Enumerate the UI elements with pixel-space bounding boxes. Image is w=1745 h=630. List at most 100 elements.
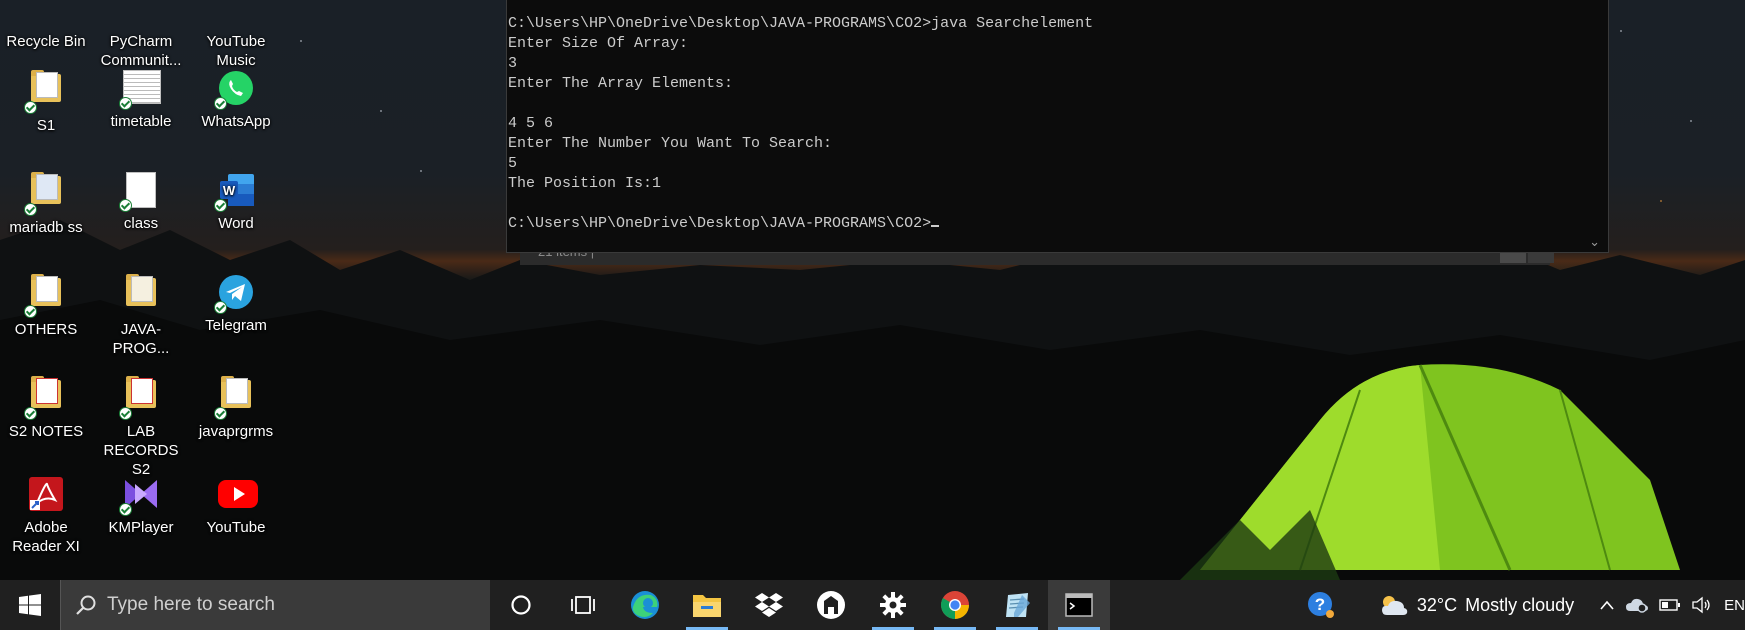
desktop-icon-label: YouTube [206,519,266,536]
windows-logo-icon [19,594,41,616]
github-desktop-icon [817,591,845,619]
onedrive-tray-button[interactable] [1625,596,1649,614]
desktop-icon-timetable[interactable]: timetable [93,70,189,131]
taskbar-github-desktop[interactable] [800,580,862,630]
console-line: Enter The Array Elements: [508,75,734,92]
desktop-icon-pycharm[interactable]: PyCharm Communit... [93,0,189,70]
desktop-icon-label: LAB RECORDS S2 [103,423,179,478]
console-line: 3 [508,55,518,72]
taskbar-search-box[interactable]: Type here to search [60,580,490,630]
chevron-up-icon [1600,600,1614,610]
volume-tray-button[interactable] [1691,596,1713,614]
desktop-icon-label: mariadb ss [9,219,83,236]
svg-text:?: ? [1315,595,1325,614]
desktop-icon-youtube[interactable]: YouTube [188,476,284,537]
telegram-icon [214,274,254,314]
speaker-icon [1692,596,1710,614]
start-button[interactable] [0,580,60,630]
desktop-icon-label: class [123,215,159,232]
search-placeholder: Type here to search [107,594,275,615]
spreadsheet-file-icon [119,70,161,110]
desktop-icon-mariadb-ss[interactable]: mariadb ss [0,172,94,237]
command-prompt-icon [1065,593,1093,617]
console-line: 4 5 6 [508,115,554,132]
desktop-icon-label: OTHERS [14,321,78,338]
desktop-icon-s2-notes[interactable]: S2 NOTES [0,376,94,441]
taskbar: Type here to search ? 32°C Mostly cloudy… [0,580,1745,630]
sync-check-icon [24,203,37,216]
taskbar-command-prompt[interactable] [1048,580,1110,630]
taskbar-chrome[interactable] [924,580,986,630]
onedrive-icon [1626,598,1649,613]
desktop-icon-label: Telegram [205,317,267,334]
sync-check-icon [119,97,132,110]
sync-check-icon [214,301,227,314]
file-explorer-icon [693,595,721,617]
sync-check-icon [24,407,37,420]
sync-check-icon [214,199,227,212]
taskbar-file-explorer[interactable] [676,580,738,630]
taskbar-settings[interactable] [862,580,924,630]
dropbox-icon [755,593,783,617]
recycle-bin-icon [28,0,64,26]
tent-illustration [1180,364,1680,580]
desktop-icon-java-programs[interactable]: JAVA-PROG... [93,274,189,358]
desktop-icon-label: PyCharm Communit... [100,33,182,69]
task-view-icon [571,596,595,614]
desktop-icon-lab-records-s2[interactable]: LAB RECORDS S2 [93,376,189,479]
desktop-icon-telegram[interactable]: Telegram [188,274,284,335]
desktop-icon-whatsapp[interactable]: WhatsApp [188,70,284,131]
adobe-reader-icon [28,476,64,512]
console-line: 5 [508,155,518,172]
youtube-icon [218,476,258,512]
desktop-icon-word[interactable]: W Word [188,172,284,233]
folder-icon [24,376,64,420]
cortana-icon [511,595,531,615]
desktop-icon-class[interactable]: class [93,172,189,233]
console-prompt[interactable]: C:\Users\HP\OneDrive\Desktop\JAVA-PROGRA… [508,215,931,232]
taskbar-dropbox[interactable] [738,580,800,630]
desktop-icon-recycle-bin[interactable]: Recycle Bin [0,0,94,51]
folder-icon [24,172,64,216]
folder-icon [119,376,159,420]
chevron-down-icon[interactable]: ⌄ [1589,234,1600,250]
desktop-icon-label: Word [218,215,254,232]
task-view-button[interactable] [552,580,614,630]
desktop-icon-javaprgrms[interactable]: javaprgrms [188,376,284,441]
sync-check-icon [119,503,132,516]
sync-check-icon [214,97,227,110]
folder-icon [24,274,64,318]
console-output: C:\Users\HP\OneDrive\Desktop\JAVA-PROGRA… [507,0,1608,234]
input-language-indicator[interactable]: EN [1724,597,1745,614]
chrome-icon [941,591,969,619]
desktop-icon-adobe-reader[interactable]: Adobe Reader XI [0,476,94,556]
taskbar-edge[interactable] [614,580,676,630]
desktop-icon-others[interactable]: OTHERS [0,274,94,339]
desktop-icon-label: S2 NOTES [8,423,84,440]
sync-check-icon [119,199,132,212]
taskbar-notepad[interactable] [986,580,1048,630]
help-icon: ? [1307,592,1334,618]
desktop-icon-label: JAVA-PROG... [112,321,170,357]
text-cursor [931,225,940,227]
system-tray: ? 32°C Mostly cloudy EN [1302,580,1745,630]
document-file-icon [119,172,159,212]
command-prompt-window[interactable]: C:\Users\HP\OneDrive\Desktop\JAVA-PROGRA… [506,0,1609,253]
desktop-icon-label: timetable [110,113,172,130]
desktop-icon-kmplayer[interactable]: KMPlayer [93,476,189,537]
youtube-music-icon [218,0,254,26]
weather-widget[interactable]: 32°C Mostly cloudy [1379,593,1574,617]
desktop-icon-label: Recycle Bin [6,33,86,50]
edge-icon [631,591,659,619]
cortana-button[interactable] [490,580,552,630]
desktop-icon-s1[interactable]: S1 [0,70,94,135]
battery-tray-button[interactable] [1659,598,1681,612]
folder-icon [24,70,64,114]
desktop-icon-label: YouTube Music [206,33,266,69]
get-help-button[interactable]: ? [1307,591,1335,619]
show-hidden-icons-button[interactable] [1599,599,1615,611]
console-line: The Position Is:1 [508,175,662,192]
desktop-icon-label: WhatsApp [201,113,271,130]
folder-icon [123,274,159,314]
desktop-icon-youtube-music[interactable]: YouTube Music [188,0,284,70]
